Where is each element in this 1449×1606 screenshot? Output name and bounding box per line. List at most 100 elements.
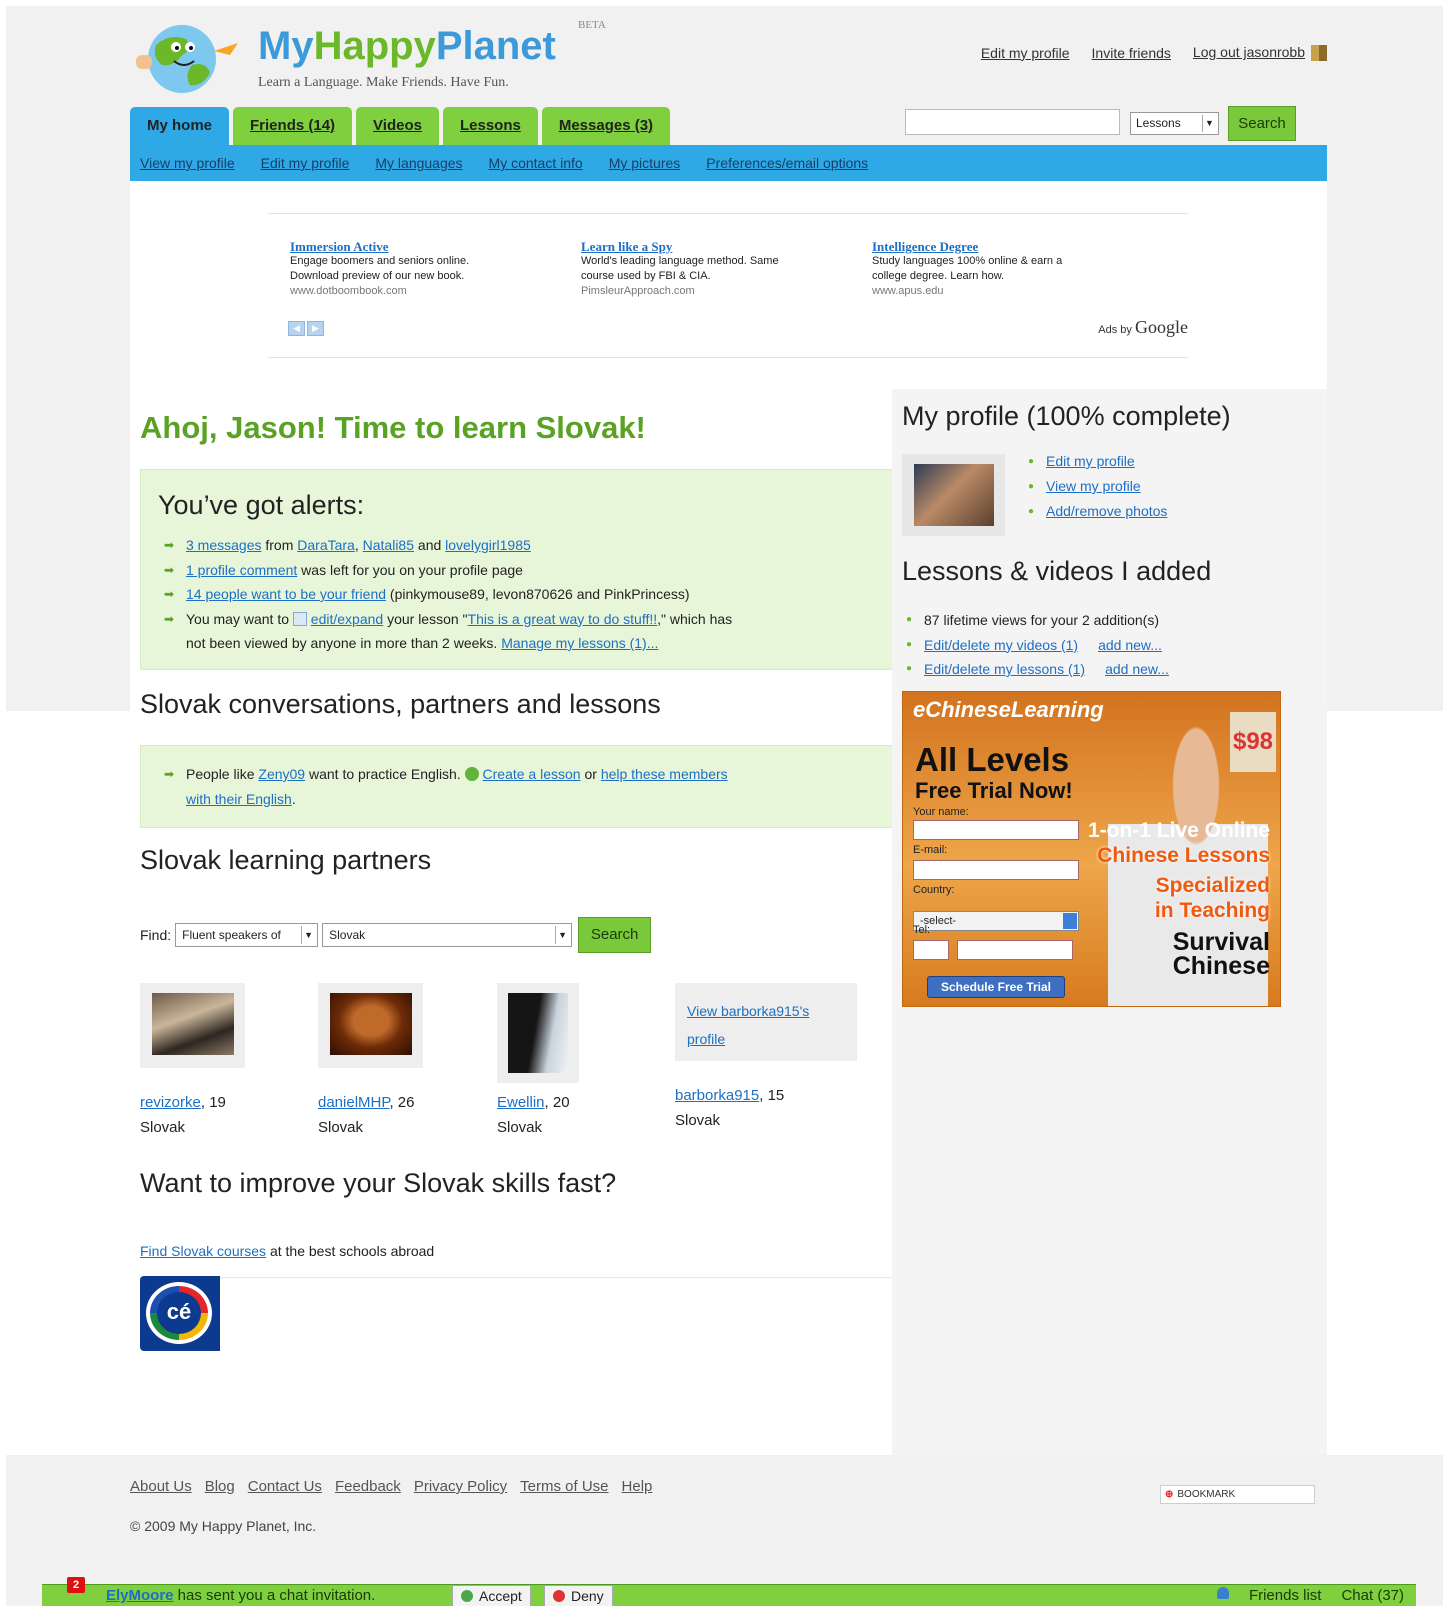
arrow-left-icon[interactable]: ◀ — [288, 321, 305, 336]
help-members-link[interactable]: with their English — [186, 791, 292, 807]
footer-about-link[interactable]: About Us — [130, 1478, 192, 1495]
echinese-ad[interactable]: $98 eChineseLearning All Levels Free Tri… — [902, 691, 1281, 1007]
add-remove-photos-link[interactable]: Add/remove photos — [1046, 503, 1167, 519]
tab-messages[interactable]: Messages (3) — [541, 107, 671, 145]
ad-title[interactable]: Intelligence Degree — [872, 239, 1132, 254]
tab-friends[interactable]: Friends (14) — [233, 107, 353, 145]
arrow-right-icon[interactable]: ▶ — [307, 321, 324, 336]
ad-spy[interactable]: Learn like a Spy World's leading languag… — [581, 239, 841, 299]
bookmark-icon: ⊕ — [1165, 1489, 1174, 1500]
user-link[interactable]: lovelygirl1985 — [445, 537, 531, 553]
alert-lesson: ➡ You may want to edit/expand your lesson… — [158, 607, 880, 656]
ad-tel-code-input[interactable] — [913, 940, 949, 960]
add-lesson-link[interactable]: add new... — [1105, 661, 1169, 677]
deny-circle-icon — [553, 1590, 565, 1602]
edit-lessons-link[interactable]: Edit/delete my lessons (1) — [924, 661, 1085, 677]
messages-link[interactable]: 3 messages — [186, 537, 261, 553]
ad-tel-input[interactable] — [957, 940, 1073, 960]
accept-chat-button[interactable]: Accept — [452, 1585, 531, 1606]
ad-name-label: Your name: — [913, 806, 969, 818]
bookmark-button[interactable]: ⊕ BOOKMARK — [1160, 1485, 1315, 1504]
brand-name[interactable]: MyHappyPlanet — [258, 24, 556, 69]
footer-feedback-link[interactable]: Feedback — [335, 1478, 401, 1495]
subnav-my-pictures[interactable]: My pictures — [609, 155, 681, 171]
tab-videos[interactable]: Videos — [356, 107, 439, 145]
partner-photo-frame[interactable] — [140, 983, 245, 1068]
ad-name-input[interactable] — [913, 820, 1079, 840]
ad-immersion[interactable]: Immersion Active Engage boomers and seni… — [290, 239, 550, 299]
ad-title[interactable]: Immersion Active — [290, 239, 550, 254]
user-link[interactable]: Natali85 — [363, 537, 414, 553]
language-select[interactable]: Slovak ▼ — [322, 923, 573, 947]
edit-profile-sidebar-link[interactable]: Edit my profile — [1046, 453, 1135, 469]
view-profile-link[interactable]: View barborka915's profile — [687, 1003, 809, 1047]
deny-chat-button[interactable]: Deny — [544, 1585, 613, 1606]
ad-country-select[interactable]: -select- — [913, 911, 1079, 931]
ad-email-input[interactable] — [913, 860, 1079, 880]
search-button[interactable]: Search — [1228, 106, 1296, 141]
footer-blog-link[interactable]: Blog — [205, 1478, 235, 1495]
friend-requests-link[interactable]: 14 people want to be your friend — [186, 586, 386, 602]
partner-language: Slovak — [140, 1119, 186, 1136]
footer-privacy-link[interactable]: Privacy Policy — [414, 1478, 507, 1495]
edit-document-icon — [292, 611, 307, 626]
help-members-link[interactable]: help these members — [601, 766, 728, 782]
alert-text: ," which has — [657, 610, 733, 627]
lesson-link[interactable]: This is a great way to do stuff!! — [468, 611, 658, 627]
speaker-type-select[interactable]: Fluent speakers of ▼ — [175, 923, 319, 947]
partner-name-link[interactable]: Ewellin — [497, 1094, 545, 1111]
subnav-my-languages[interactable]: My languages — [375, 155, 462, 171]
planet-logo-icon[interactable] — [134, 15, 244, 97]
search-input[interactable] — [905, 109, 1120, 135]
footer-help-link[interactable]: Help — [622, 1478, 653, 1495]
avatar[interactable] — [914, 464, 994, 526]
view-profile-box[interactable]: View barborka915's profile — [675, 983, 857, 1061]
friends-list-button[interactable]: Friends list — [1249, 1587, 1322, 1604]
partner-photo[interactable] — [508, 993, 568, 1073]
user-link[interactable]: Zeny09 — [258, 766, 305, 782]
footer-contact-link[interactable]: Contact Us — [248, 1478, 322, 1495]
find-partners-button[interactable]: Search — [578, 917, 652, 953]
logout-link[interactable]: Log out jasonrobb — [1192, 44, 1327, 62]
footer-terms-link[interactable]: Terms of Use — [520, 1478, 608, 1495]
ce-school-logo[interactable]: cé — [140, 1276, 220, 1351]
edit-profile-link[interactable]: Edit my profile — [981, 45, 1070, 61]
main-tabs: My home Friends (14) Videos Lessons Mess… — [130, 107, 671, 145]
partner-name-line: Ewellin, 20 — [497, 1090, 677, 1115]
view-profile-sidebar-link[interactable]: View my profile — [1046, 478, 1141, 494]
subnav-edit-profile[interactable]: Edit my profile — [261, 155, 350, 171]
notification-badge[interactable]: 2 — [67, 1577, 85, 1593]
tab-my-home[interactable]: My home — [130, 107, 230, 145]
partner-photo[interactable] — [330, 993, 412, 1055]
ad-degree[interactable]: Intelligence Degree Study languages 100%… — [872, 239, 1132, 299]
user-icon[interactable] — [1216, 1587, 1229, 1599]
subnav-contact-info[interactable]: My contact info — [489, 155, 583, 171]
create-lesson-link[interactable]: Create a lesson — [483, 766, 581, 782]
edit-expand-link[interactable]: edit/expand — [311, 611, 383, 627]
find-courses-link[interactable]: Find Slovak courses — [140, 1243, 266, 1259]
add-video-link[interactable]: add new... — [1098, 637, 1162, 653]
partner-photo-frame[interactable] — [318, 983, 423, 1068]
partner-name-link[interactable]: revizorke — [140, 1094, 201, 1111]
partner-photo-frame[interactable] — [497, 983, 579, 1083]
chat-count-button[interactable]: Chat (37) — [1341, 1587, 1404, 1604]
subnav-view-profile[interactable]: View my profile — [140, 155, 235, 171]
ad-title[interactable]: Learn like a Spy — [581, 239, 841, 254]
schedule-trial-button[interactable]: Schedule Free Trial — [927, 976, 1065, 998]
edit-videos-link[interactable]: Edit/delete my videos (1) — [924, 637, 1078, 653]
logout-label: Log out jasonrobb — [1192, 44, 1305, 60]
chat-user-link[interactable]: ElyMoore — [106, 1587, 174, 1604]
tab-lessons[interactable]: Lessons — [442, 107, 538, 145]
subnav-preferences[interactable]: Preferences/email options — [706, 155, 868, 171]
invite-friends-link[interactable]: Invite friends — [1092, 45, 1171, 61]
manage-lessons-link[interactable]: Manage my lessons (1)... — [501, 635, 658, 651]
profile-avatar-frame[interactable] — [902, 454, 1005, 536]
user-link[interactable]: DaraTara — [297, 537, 355, 553]
search-scope-select[interactable]: Lessons ▼ — [1130, 112, 1219, 135]
partner-language: Slovak — [497, 1119, 543, 1136]
partner-photo[interactable] — [152, 993, 234, 1055]
profile-comment-link[interactable]: 1 profile comment — [186, 562, 297, 578]
ads-by-google[interactable]: Ads by Google — [1098, 317, 1188, 338]
partner-name-link[interactable]: danielMHP — [318, 1094, 389, 1111]
partner-name-link[interactable]: barborka915 — [675, 1087, 759, 1104]
